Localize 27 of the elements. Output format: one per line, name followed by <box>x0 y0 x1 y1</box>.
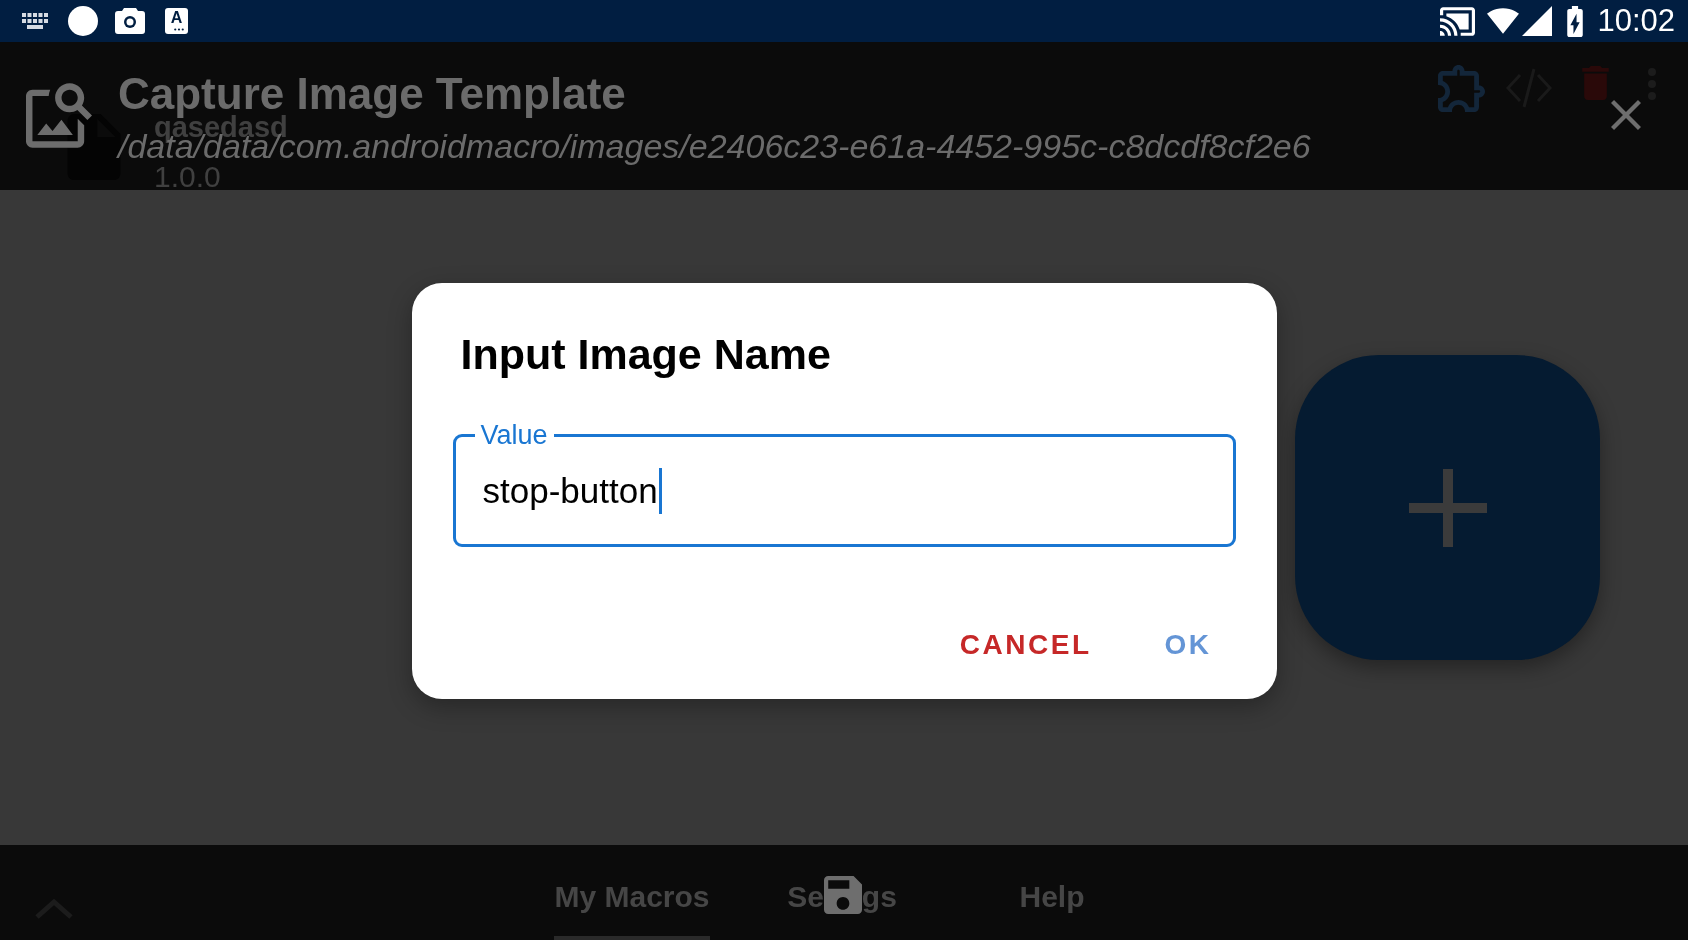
image-search-icon <box>26 83 92 148</box>
clock-time: 10:02 <box>1597 3 1675 39</box>
nav-label: Help <box>1019 879 1085 915</box>
nav-label: My Macros <box>554 879 710 915</box>
cancel-button[interactable]: CANCEL <box>943 617 1108 673</box>
trash-icon <box>1582 66 1609 100</box>
dialog-title: Input Image Name <box>460 329 831 379</box>
app-notification-icon: A <box>165 8 188 34</box>
nav-tab[interactable]: Help <box>1019 845 1085 940</box>
puzzle-icon <box>1438 65 1485 112</box>
camera-icon <box>115 8 145 34</box>
keyboard-icon <box>22 13 48 29</box>
signal-icon <box>1522 6 1553 36</box>
battery-charging-icon <box>1567 5 1584 37</box>
close-button[interactable] <box>1611 100 1641 130</box>
nav-tab[interactable]: Se gs <box>787 845 897 940</box>
nav-label: gs <box>861 879 897 915</box>
nav-label: Se <box>787 879 824 915</box>
nav-tab[interactable]: My Macros <box>554 845 710 940</box>
plus-icon <box>1408 468 1487 547</box>
close-icon <box>1611 100 1641 130</box>
wifi-icon <box>1487 8 1520 34</box>
ok-button[interactable]: OK <box>1148 617 1228 673</box>
text-cursor <box>658 467 662 514</box>
save-icon[interactable] <box>823 876 862 914</box>
cast-icon <box>1440 6 1476 36</box>
input-value: stop-button <box>482 469 658 512</box>
